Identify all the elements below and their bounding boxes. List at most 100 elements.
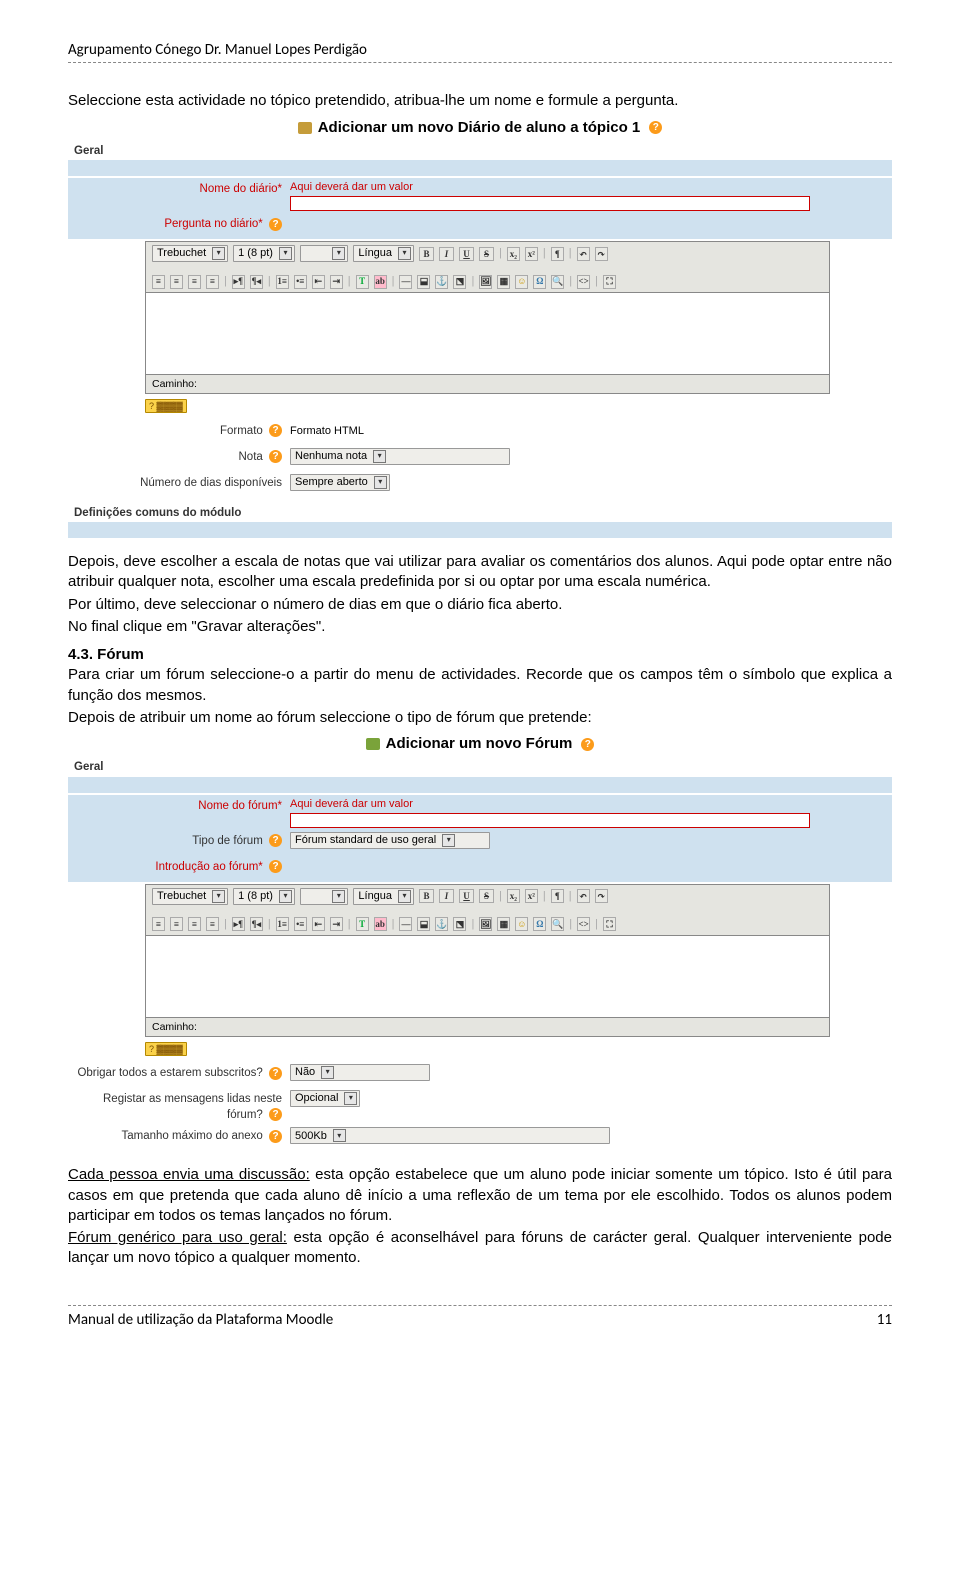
align-right-icon[interactable]: ≡ bbox=[188, 917, 201, 931]
obrigar-select[interactable]: Não▾ bbox=[290, 1064, 430, 1081]
rtl-icon[interactable]: ¶◂ bbox=[250, 275, 263, 289]
align-center-icon[interactable]: ≡ bbox=[170, 917, 183, 931]
align-left-icon[interactable]: ≡ bbox=[152, 917, 165, 931]
table-icon[interactable]: ▦ bbox=[497, 917, 510, 931]
hr-icon[interactable]: — bbox=[399, 275, 412, 289]
nota-select[interactable]: Nenhuma nota▾ bbox=[290, 448, 510, 465]
ltr-icon[interactable]: ▸¶ bbox=[232, 275, 245, 289]
font-family-select[interactable]: Trebuchet▾ bbox=[152, 888, 228, 905]
fullscreen-icon[interactable]: ⛶ bbox=[603, 917, 616, 931]
bgcolor-icon[interactable]: ab bbox=[374, 275, 387, 289]
ltr-icon[interactable]: ▸¶ bbox=[232, 917, 245, 931]
ordered-list-icon[interactable]: 1≡ bbox=[276, 917, 289, 931]
editor-textarea[interactable] bbox=[145, 293, 830, 375]
formato-label: Formato ? bbox=[68, 422, 290, 440]
smiley-icon[interactable]: ☺ bbox=[515, 275, 528, 289]
redo-icon[interactable]: ↷ bbox=[595, 247, 608, 261]
subscript-icon[interactable]: x₂ bbox=[507, 889, 520, 903]
unlink-icon[interactable]: ⬔ bbox=[453, 917, 466, 931]
unlink-icon[interactable]: ⬔ bbox=[453, 275, 466, 289]
help-icon[interactable]: ? bbox=[269, 834, 282, 847]
font-size-select[interactable]: 1 (8 pt)▾ bbox=[233, 888, 295, 905]
nome-forum-input[interactable] bbox=[290, 813, 810, 828]
help-icon[interactable]: ? bbox=[269, 1130, 282, 1143]
image-icon[interactable]: 🖼 bbox=[479, 917, 492, 931]
clean-icon[interactable]: ¶ bbox=[551, 889, 564, 903]
heading-select[interactable]: ▾ bbox=[300, 245, 348, 262]
align-center-icon[interactable]: ≡ bbox=[170, 275, 183, 289]
find-icon[interactable]: 🔍 bbox=[551, 917, 564, 931]
help-icon[interactable]: ? bbox=[269, 860, 282, 873]
fullscreen-icon[interactable]: ⛶ bbox=[603, 275, 616, 289]
align-justify-icon[interactable]: ≡ bbox=[206, 275, 219, 289]
help-icon[interactable]: ? bbox=[269, 218, 282, 231]
outdent-icon[interactable]: ⇤ bbox=[312, 917, 325, 931]
editor-toolbar: Trebuchet▾ 1 (8 pt)▾ ▾ Língua▾ B I U S |… bbox=[145, 884, 830, 936]
html-badge[interactable]: ? ▓▓▓▓ bbox=[145, 1042, 187, 1056]
unordered-list-icon[interactable]: •≡ bbox=[294, 917, 307, 931]
registar-select[interactable]: Opcional▾ bbox=[290, 1090, 360, 1107]
clean-icon[interactable]: ¶ bbox=[551, 247, 564, 261]
subscript-icon[interactable]: x₂ bbox=[507, 247, 520, 261]
source-icon[interactable]: <> bbox=[577, 275, 590, 289]
nome-diario-input[interactable] bbox=[290, 196, 810, 211]
outdent-icon[interactable]: ⇤ bbox=[312, 275, 325, 289]
help-icon[interactable]: ? bbox=[581, 738, 594, 751]
anchor-icon[interactable]: ⚓ bbox=[435, 917, 448, 931]
smiley-icon[interactable]: ☺ bbox=[515, 917, 528, 931]
table-icon[interactable]: ▦ bbox=[497, 275, 510, 289]
chevron-down-icon: ▾ bbox=[332, 890, 345, 903]
superscript-icon[interactable]: x² bbox=[525, 247, 538, 261]
html-badge[interactable]: ? ▓▓▓▓ bbox=[145, 399, 187, 413]
unordered-list-icon[interactable]: •≡ bbox=[294, 275, 307, 289]
dias-select[interactable]: Sempre aberto▾ bbox=[290, 474, 390, 491]
chevron-down-icon: ▾ bbox=[373, 450, 386, 463]
anchor-icon[interactable]: ⚓ bbox=[435, 275, 448, 289]
strike-icon[interactable]: S bbox=[479, 247, 494, 261]
help-icon[interactable]: ? bbox=[269, 1108, 282, 1121]
redo-icon[interactable]: ↷ bbox=[595, 889, 608, 903]
language-select[interactable]: Língua▾ bbox=[353, 245, 414, 262]
help-icon[interactable]: ? bbox=[649, 121, 662, 134]
italic-icon[interactable]: I bbox=[439, 889, 454, 903]
special-char-icon[interactable]: Ω bbox=[533, 275, 546, 289]
help-icon[interactable]: ? bbox=[269, 424, 282, 437]
heading-select[interactable]: ▾ bbox=[300, 888, 348, 905]
rich-text-editor: Trebuchet▾ 1 (8 pt)▾ ▾ Língua▾ B I U S |… bbox=[145, 884, 830, 1059]
anexo-select[interactable]: 500Kb▾ bbox=[290, 1127, 610, 1144]
underline-icon[interactable]: U bbox=[459, 889, 474, 903]
source-icon[interactable]: <> bbox=[577, 917, 590, 931]
image-icon[interactable]: 🖼 bbox=[479, 275, 492, 289]
undo-icon[interactable]: ↶ bbox=[577, 889, 590, 903]
align-right-icon[interactable]: ≡ bbox=[188, 275, 201, 289]
superscript-icon[interactable]: x² bbox=[525, 889, 538, 903]
help-icon[interactable]: ? bbox=[269, 450, 282, 463]
underline-icon[interactable]: U bbox=[459, 247, 474, 261]
textcolor-icon[interactable]: T bbox=[356, 275, 369, 289]
find-icon[interactable]: 🔍 bbox=[551, 275, 564, 289]
indent-icon[interactable]: ⇥ bbox=[330, 275, 343, 289]
align-justify-icon[interactable]: ≡ bbox=[206, 917, 219, 931]
undo-icon[interactable]: ↶ bbox=[577, 247, 590, 261]
help-icon[interactable]: ? bbox=[269, 1067, 282, 1080]
font-size-select[interactable]: 1 (8 pt)▾ bbox=[233, 245, 295, 262]
bold-icon[interactable]: B bbox=[419, 889, 434, 903]
editor-textarea[interactable] bbox=[145, 936, 830, 1018]
bgcolor-icon[interactable]: ab bbox=[374, 917, 387, 931]
indent-icon[interactable]: ⇥ bbox=[330, 917, 343, 931]
align-left-icon[interactable]: ≡ bbox=[152, 275, 165, 289]
header-rule bbox=[68, 62, 892, 63]
rtl-icon[interactable]: ¶◂ bbox=[250, 917, 263, 931]
strike-icon[interactable]: S bbox=[479, 889, 494, 903]
link-icon[interactable]: ⬓ bbox=[417, 275, 430, 289]
font-family-select[interactable]: Trebuchet▾ bbox=[152, 245, 228, 262]
hr-icon[interactable]: — bbox=[399, 917, 412, 931]
link-icon[interactable]: ⬓ bbox=[417, 917, 430, 931]
tipo-forum-select[interactable]: Fórum standard de uso geral▾ bbox=[290, 832, 490, 849]
bold-icon[interactable]: B bbox=[419, 247, 434, 261]
italic-icon[interactable]: I bbox=[439, 247, 454, 261]
special-char-icon[interactable]: Ω bbox=[533, 917, 546, 931]
textcolor-icon[interactable]: T bbox=[356, 917, 369, 931]
ordered-list-icon[interactable]: 1≡ bbox=[276, 275, 289, 289]
language-select[interactable]: Língua▾ bbox=[353, 888, 414, 905]
